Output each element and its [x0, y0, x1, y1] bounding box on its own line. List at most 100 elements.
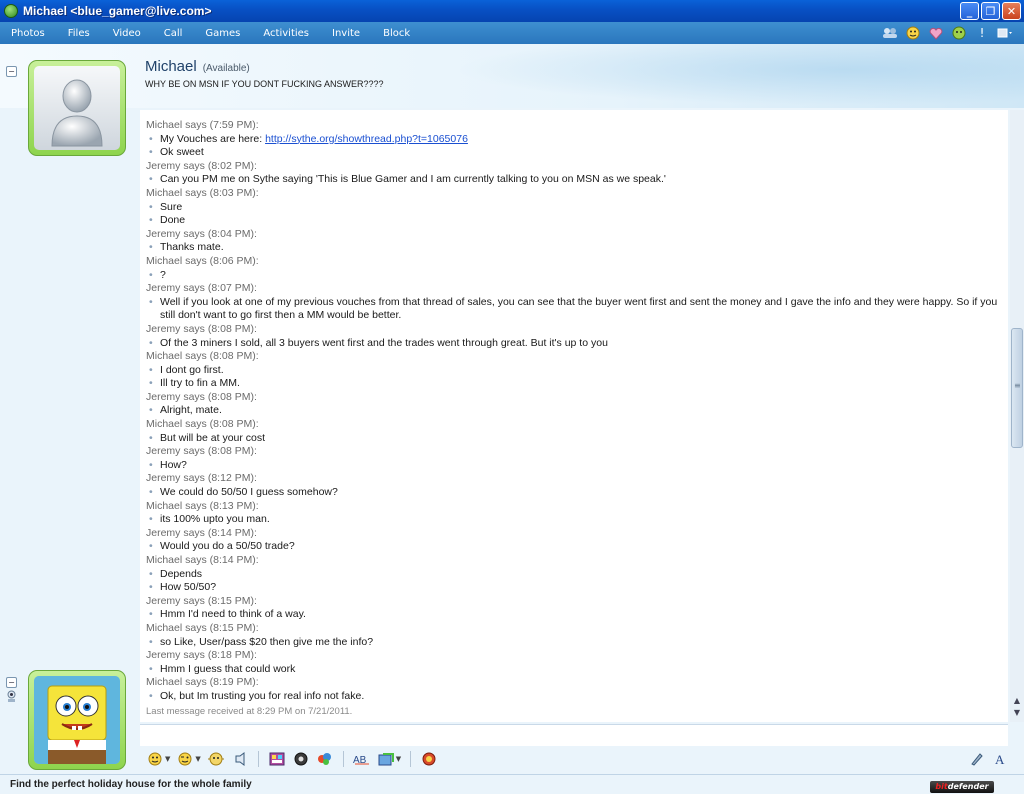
- emoticon-dropdown-icon[interactable]: ▼: [165, 755, 170, 763]
- message-text: Can you PM me on Sythe saying 'This is B…: [146, 173, 1006, 187]
- more-icon[interactable]: [996, 25, 1014, 41]
- scroll-down-arrow[interactable]: ▼: [1012, 708, 1022, 718]
- background-icon[interactable]: [268, 750, 286, 768]
- message-body: Well if you look at one of my previous v…: [160, 295, 998, 308]
- spongebob-icon: [34, 676, 120, 764]
- message-sender-line: Michael says (7:59 PM):: [146, 119, 259, 131]
- collapse-header-button[interactable]: −: [6, 66, 17, 77]
- menu-call[interactable]: Call: [153, 28, 195, 39]
- contact-personal-message: WHY BE ON MSN IF YOU DONT FUCKING ANSWER…: [145, 79, 384, 89]
- menu-invite[interactable]: Invite: [321, 28, 372, 39]
- message-text: so Like, User/pass $20 then give me the …: [146, 636, 1006, 650]
- text-mode-icon[interactable]: A: [992, 750, 1010, 768]
- message-body: My Vouches are here:: [160, 132, 266, 145]
- emoticon-icon[interactable]: [146, 750, 164, 768]
- message-text: My Vouches are here: http://sythe.org/sh…: [146, 133, 1006, 147]
- handwriting-dropdown-icon[interactable]: ▼: [396, 755, 401, 763]
- menu-files[interactable]: Files: [57, 28, 102, 39]
- heart-icon[interactable]: [927, 25, 945, 41]
- games-icon[interactable]: [292, 750, 310, 768]
- message-link[interactable]: http://sythe.org/showthread.php?t=106507…: [265, 133, 468, 145]
- message-body: But will be at your cost: [160, 431, 266, 444]
- message-body: ?: [160, 268, 166, 281]
- message-body: its 100% upto you man.: [160, 513, 270, 526]
- message-text: Ok, but Im trusting you for real info no…: [146, 690, 1006, 704]
- message-sender-line: Michael says (8:08 PM):: [146, 418, 259, 431]
- webcam-icon[interactable]: [6, 690, 17, 703]
- close-button[interactable]: ✕: [1002, 2, 1021, 20]
- format-toolbar: ▼ ▼ AB ▼ A: [140, 746, 1024, 772]
- handwriting-icon[interactable]: [377, 750, 395, 768]
- ad-logo-suffix: defender: [947, 782, 989, 791]
- wink-icon[interactable]: [176, 750, 194, 768]
- message-sender-line: Jeremy says (8:08 PM):: [146, 445, 257, 458]
- message-text: How 50/50?: [146, 581, 1006, 595]
- message-body: so Like, User/pass $20 then give me the …: [160, 635, 374, 648]
- scroll-thumb[interactable]: [1011, 328, 1023, 448]
- message-sender-line: Jeremy says (8:04 PM):: [146, 227, 257, 240]
- scroll-up-arrow[interactable]: ▲: [1012, 696, 1022, 706]
- title-bar: Michael <blue_gamer@live.com> _ ❐ ✕: [0, 0, 1024, 22]
- minimize-button[interactable]: _: [960, 2, 979, 20]
- message-text: I dont go first.: [146, 364, 1006, 378]
- nudge-icon[interactable]: [950, 25, 968, 41]
- message-text: Hmm I guess that could work: [146, 663, 1006, 677]
- menu-games[interactable]: Games: [194, 28, 252, 39]
- message-text: We could do 50/50 I guess somehow?: [146, 486, 1006, 500]
- menu-photos[interactable]: Photos: [0, 28, 57, 39]
- emoticon-icon[interactable]: [904, 25, 922, 41]
- message-text: Hmm I'd need to think of a way.: [146, 608, 1006, 622]
- message-body: I dont go first.: [160, 363, 224, 376]
- self-avatar[interactable]: [28, 670, 126, 770]
- collapse-self-button[interactable]: −: [6, 677, 17, 688]
- maximize-button[interactable]: ❐: [981, 2, 1000, 20]
- message-text: Sure: [146, 201, 1006, 215]
- translate-icon[interactable]: AB: [353, 750, 371, 768]
- last-message-note: Last message received at 8:29 PM on 7/21…: [146, 705, 353, 717]
- message-sender-line: Michael says (8:19 PM):: [146, 676, 259, 689]
- send-icon[interactable]: [316, 750, 334, 768]
- input-mode-group: A: [968, 750, 1010, 768]
- handwriting-mode-icon[interactable]: [968, 750, 986, 768]
- message-body: Sure: [160, 200, 183, 213]
- message-body: Alright, mate.: [160, 404, 222, 417]
- message-sender-line: Michael says (8:15 PM):: [146, 621, 259, 634]
- message-body: We could do 50/50 I guess somehow?: [160, 486, 338, 499]
- message-input[interactable]: [140, 724, 1008, 746]
- contacts-icon[interactable]: [881, 25, 899, 41]
- wink-dropdown-icon[interactable]: ▼: [195, 755, 200, 763]
- menu-block[interactable]: Block: [372, 28, 422, 39]
- menu-video[interactable]: Video: [102, 28, 153, 39]
- nudge-icon[interactable]: [207, 750, 225, 768]
- message-body: Of the 3 miners I sold, all 3 buyers wen…: [160, 336, 608, 349]
- contact-avatar[interactable]: [28, 60, 126, 156]
- message-sender-line: Jeremy says (8:12 PM):: [146, 472, 257, 485]
- menu-icon-group: !: [881, 25, 1014, 41]
- message-text: Well if you look at one of my previous v…: [146, 296, 1006, 310]
- message-sender-line: Jeremy says (8:15 PM):: [146, 594, 257, 607]
- message-text: Would you do a 50/50 trade?: [146, 540, 1006, 554]
- message-body: Would you do a 50/50 trade?: [160, 540, 295, 553]
- message-sender-line: Michael says (8:14 PM):: [146, 554, 259, 566]
- message-text: Thanks mate.: [146, 241, 1006, 255]
- message-text: its 100% upto you man.: [146, 513, 1006, 527]
- conversation-scrollbar[interactable]: ▲ ▼: [1010, 110, 1024, 722]
- message-body: Ok, but Im trusting you for real info no…: [160, 689, 365, 702]
- window-title: Michael <blue_gamer@live.com>: [23, 4, 212, 18]
- message-sender-line: Jeremy says (8:14 PM):: [146, 526, 257, 539]
- message-text: But will be at your cost: [146, 432, 1006, 446]
- message-body: How 50/50?: [160, 581, 217, 594]
- ad-bar: Find the perfect holiday house for the w…: [0, 774, 1024, 794]
- message-body: Done: [160, 214, 186, 227]
- winks-icon[interactable]: [420, 750, 438, 768]
- conversation-history[interactable]: Michael says (7:59 PM):My Vouches are he…: [140, 110, 1008, 722]
- message-text: Alright, mate.: [146, 404, 1006, 418]
- ad-logo[interactable]: bitdefender: [930, 781, 994, 793]
- message-body: Hmm I'd need to think of a way.: [160, 608, 306, 621]
- menu-activities[interactable]: Activities: [252, 28, 321, 39]
- ad-text[interactable]: Find the perfect holiday house for the w…: [10, 779, 252, 790]
- messenger-icon: [4, 4, 18, 18]
- menu-bar: Photos Files Video Call Games Activities…: [0, 22, 1024, 44]
- alert-icon[interactable]: !: [973, 25, 991, 41]
- voice-clip-icon[interactable]: [231, 750, 249, 768]
